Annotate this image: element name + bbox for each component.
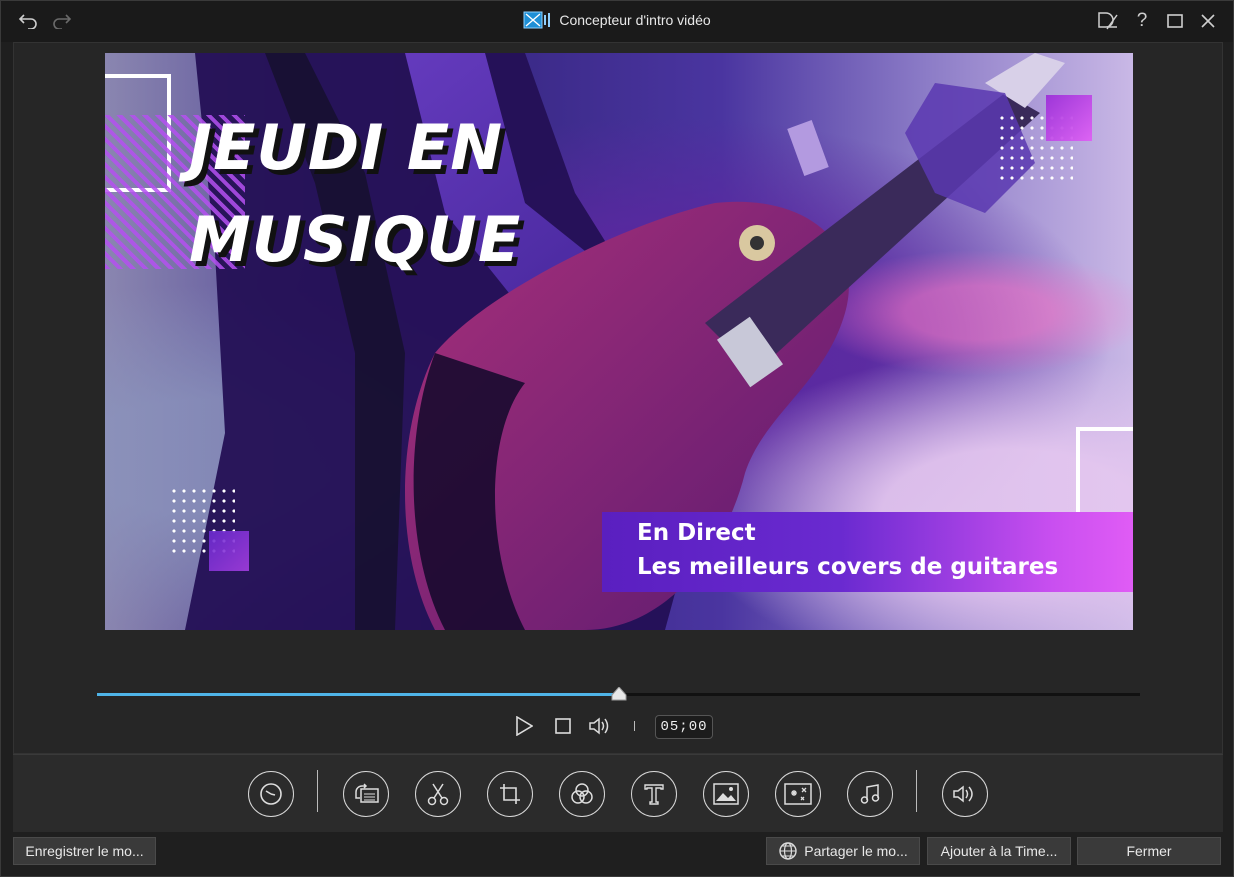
toolbar-separator <box>916 770 917 812</box>
timecode-display[interactable]: 05;00 <box>655 715 713 739</box>
text-icon <box>644 784 664 805</box>
crop-icon <box>500 784 520 804</box>
globe-icon <box>779 842 797 860</box>
clock-icon <box>260 783 282 805</box>
accent-square-bottom-left <box>209 531 249 571</box>
duration-button[interactable] <box>248 771 294 817</box>
intro-title-line1[interactable]: JEUDI EN <box>189 111 503 184</box>
close-icon[interactable] <box>1195 9 1221 33</box>
intro-title-line2[interactable]: MUSIQUE <box>189 203 521 276</box>
share-template-button[interactable]: Partager le mo... <box>766 837 920 865</box>
particle-effects-button[interactable] <box>775 771 821 817</box>
window-title-area: Concepteur d'intro vidéo <box>1 11 1233 29</box>
music-note-icon <box>860 784 880 804</box>
window-title: Concepteur d'intro vidéo <box>559 12 711 28</box>
scissors-icon <box>427 783 449 806</box>
color-effects-button[interactable] <box>559 771 605 817</box>
crop-button[interactable] <box>487 771 533 817</box>
replace-media-icon <box>355 783 379 803</box>
app-logo-icon <box>523 11 551 29</box>
play-button[interactable] <box>511 713 537 739</box>
content-area: JEUDI EN MUSIQUE En Direct Les meilleurs… <box>13 42 1223 754</box>
color-circles-icon <box>571 783 593 804</box>
trim-button[interactable] <box>415 771 461 817</box>
replace-media-button[interactable] <box>343 771 389 817</box>
stop-button[interactable] <box>550 713 576 739</box>
save-template-button[interactable]: Enregistrer le mo... <box>13 837 156 865</box>
subtitle-line1[interactable]: En Direct <box>637 520 756 546</box>
volume-level-tick[interactable] <box>634 721 635 731</box>
maximize-icon[interactable] <box>1162 9 1188 33</box>
close-button[interactable]: Fermer <box>1077 837 1221 865</box>
subtitle-band[interactable]: En Direct Les meilleurs covers de guitar… <box>602 512 1133 592</box>
add-to-timeline-button[interactable]: Ajouter à la Time... <box>927 837 1071 865</box>
toolbar-separator <box>317 770 318 812</box>
speaker-icon <box>953 785 973 803</box>
timeline-thumb[interactable] <box>611 687 627 701</box>
timeline-progress <box>97 693 619 696</box>
image-button[interactable] <box>703 771 749 817</box>
video-intro-designer-window: Concepteur d'intro vidéo ? JEUDI EN MUSI… <box>0 0 1234 877</box>
designer-mode-icon[interactable] <box>1095 9 1121 33</box>
accent-square-top-right <box>1046 95 1092 141</box>
image-icon <box>713 783 739 805</box>
title-bar: Concepteur d'intro vidéo ? <box>1 1 1233 42</box>
subtitle-line2[interactable]: Les meilleurs covers de guitares <box>637 554 1058 580</box>
video-preview[interactable]: JEUDI EN MUSIQUE En Direct Les meilleurs… <box>105 53 1133 630</box>
audio-mix-button[interactable] <box>942 771 988 817</box>
designer-toolbar <box>13 754 1223 832</box>
share-template-label: Partager le mo... <box>804 843 908 859</box>
help-icon[interactable]: ? <box>1129 9 1155 33</box>
text-button[interactable] <box>631 771 677 817</box>
volume-button[interactable] <box>587 713 613 739</box>
music-button[interactable] <box>847 771 893 817</box>
particles-icon <box>784 783 812 805</box>
